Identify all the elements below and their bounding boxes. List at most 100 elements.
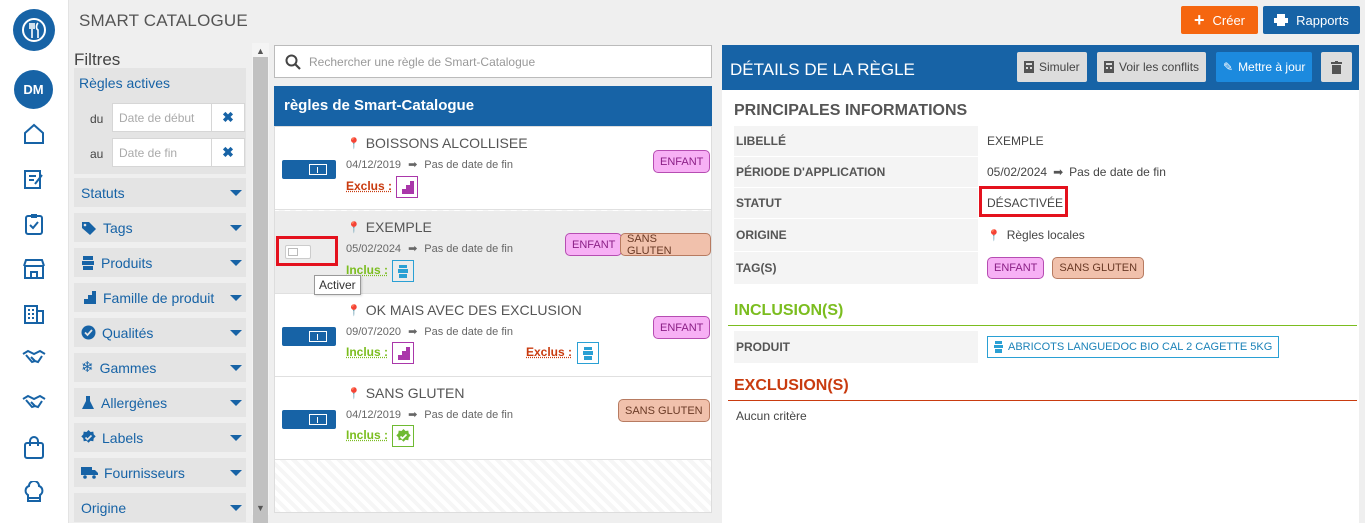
- product-family-icon[interactable]: [396, 176, 418, 198]
- building-icon[interactable]: [20, 299, 48, 327]
- caret-down-icon: [230, 259, 242, 266]
- tag-badge: ENFANT: [987, 257, 1045, 279]
- facet-origine[interactable]: Origine: [74, 493, 246, 522]
- map-marker-icon: 📍: [347, 304, 361, 317]
- active-toggle[interactable]: [282, 410, 336, 429]
- row-key: TAG(S): [734, 252, 978, 284]
- active-toggle[interactable]: [282, 327, 336, 346]
- active-toggle[interactable]: [282, 160, 336, 179]
- row-value: ENFANT SANS GLUTEN: [978, 252, 1357, 284]
- rule-start-date: 05/02/2024: [346, 242, 402, 255]
- origin-value: Règles locales: [1006, 228, 1085, 242]
- detail-header: DÉTAILS DE LA RÈGLE Simuler Voir les con…: [722, 45, 1359, 90]
- row-tags: TAG(S) ENFANT SANS GLUTEN: [734, 252, 1357, 284]
- clear-end-date-button[interactable]: ✖: [212, 138, 245, 167]
- caret-down-icon: [230, 469, 242, 476]
- facet-label: Produits: [101, 254, 153, 271]
- product-family-icon[interactable]: [392, 342, 414, 364]
- flask-icon: [81, 395, 95, 410]
- create-button[interactable]: + Créer: [1181, 6, 1258, 34]
- caret-down-icon: [230, 364, 242, 371]
- view-conflicts-label: Voir les conflits: [1119, 60, 1200, 74]
- simulate-button[interactable]: Simuler: [1017, 52, 1087, 82]
- product-icon[interactable]: [577, 342, 599, 364]
- row-key: STATUT: [734, 188, 978, 218]
- update-button[interactable]: ✎ Mettre à jour: [1216, 52, 1313, 82]
- facet-statuts[interactable]: Statuts: [74, 178, 246, 207]
- rules-list: 📍 BOISSONS ALCOLLISEE 04/12/2019 ➡ Pas de d…: [274, 126, 712, 513]
- store-icon[interactable]: [20, 255, 48, 283]
- facet-label: Gammes: [99, 359, 157, 376]
- product-chip[interactable]: ABRICOTS LANGUEDOC BIO CAL 2 CAGETTE 5KG: [987, 336, 1280, 358]
- rule-title: 📍 EXEMPLE: [347, 219, 432, 235]
- end-date-input[interactable]: Date de fin: [112, 138, 212, 167]
- handshake-icon[interactable]: [20, 389, 48, 417]
- active-rules-filter[interactable]: Règles actives: [74, 68, 246, 97]
- start-date-input[interactable]: Date de début: [112, 103, 212, 132]
- facet-tags[interactable]: Tags: [74, 213, 246, 242]
- row-value: 📍 Règles locales: [978, 219, 1357, 251]
- rule-item[interactable]: 📍 OK MAIS AVEC DES EXCLUSION 09/07/2020 ➡ P…: [275, 294, 711, 377]
- handshake-icon[interactable]: [20, 344, 48, 372]
- clear-start-date-button[interactable]: ✖: [212, 103, 245, 132]
- clipboard-icon[interactable]: [20, 210, 48, 238]
- rule-end-date: Pas de date de fin: [424, 242, 513, 255]
- tag-badge: ENFANT: [653, 150, 711, 173]
- detail-title: DÉTAILS DE LA RÈGLE: [730, 60, 915, 79]
- rule-item[interactable]: 📍 SANS GLUTEN 04/12/2019 ➡ Pas de date de f…: [275, 377, 711, 460]
- rule-dates: 04/12/2019 ➡ Pas de date de fin: [346, 408, 513, 422]
- rule-start-date: 09/07/2020: [346, 325, 402, 338]
- row-key: PÉRIODE D'APPLICATION: [734, 157, 978, 187]
- row-origin: ORIGINE 📍 Règles locales: [734, 219, 1357, 251]
- filters-scrollbar[interactable]: ▲ ▼: [252, 43, 269, 523]
- delete-button[interactable]: [1321, 52, 1352, 82]
- facet-gammes[interactable]: ❄ Gammes: [74, 353, 246, 382]
- facet-famille[interactable]: Famille de produit: [74, 283, 246, 312]
- rule-title: 📍 SANS GLUTEN: [347, 385, 465, 401]
- caret-down-icon: [230, 504, 242, 511]
- row-value: 05/02/2024 ➡ Pas de date de fin: [978, 157, 1357, 187]
- printer-icon: [1274, 14, 1289, 26]
- caret-down-icon: [230, 224, 242, 231]
- pencil-icon: ✎: [1223, 60, 1234, 74]
- no-criteria-text: Aucun critère: [736, 409, 807, 423]
- calculator-icon: [1024, 61, 1034, 73]
- rule-title-text: BOISSONS ALCOLLISEE: [365, 135, 528, 151]
- certificate-icon: [81, 430, 96, 445]
- rule-dates: 05/02/2024 ➡ Pas de date de fin: [346, 242, 513, 256]
- scrollbar-thumb[interactable]: [253, 57, 268, 523]
- facet-produits[interactable]: Produits: [74, 248, 246, 277]
- tag-badge: ENFANT: [653, 316, 711, 339]
- facet-fournisseurs[interactable]: Fournisseurs: [74, 458, 246, 487]
- rule-item[interactable]: 📍 BOISSONS ALCOLLISEE 04/12/2019 ➡ Pas de d…: [275, 127, 711, 210]
- plus-icon: +: [1193, 10, 1205, 30]
- exclusions-title: EXCLUSION(S): [734, 377, 849, 394]
- scroll-down-icon[interactable]: ▼: [256, 503, 265, 513]
- tag-badge: SANS GLUTEN: [620, 233, 711, 257]
- update-label: Mettre à jour: [1238, 60, 1306, 74]
- map-marker-icon: 📍: [347, 221, 361, 234]
- app-logo[interactable]: [13, 9, 55, 51]
- facet-labels[interactable]: Labels: [74, 423, 246, 452]
- search-input[interactable]: Rechercher une règle de Smart-Catalogue: [274, 45, 712, 78]
- scroll-up-icon[interactable]: ▲: [256, 46, 265, 56]
- facet-label: Fournisseurs: [104, 464, 185, 481]
- basket-icon[interactable]: [20, 434, 48, 462]
- view-conflicts-button[interactable]: Voir les conflits: [1097, 52, 1207, 82]
- facet-allergenes[interactable]: Allergènes: [74, 388, 246, 417]
- quality-badge-icon[interactable]: [392, 425, 414, 447]
- caret-down-icon: [230, 294, 242, 301]
- reports-button[interactable]: Rapports: [1263, 6, 1360, 34]
- edit-icon[interactable]: [20, 165, 48, 193]
- chef-hat-icon[interactable]: [20, 479, 48, 507]
- rule-end-date: Pas de date de fin: [424, 325, 513, 338]
- facet-label: Tags: [103, 219, 133, 236]
- arrow-right-icon: ➡: [408, 159, 418, 171]
- row-value: EXEMPLE: [987, 134, 1044, 148]
- user-avatar[interactable]: DM: [14, 70, 53, 109]
- facet-qualites[interactable]: Qualités: [74, 318, 246, 347]
- map-marker-icon: 📍: [347, 387, 361, 400]
- exclusions-divider: [728, 400, 1357, 401]
- product-icon[interactable]: [392, 260, 414, 282]
- home-icon[interactable]: [20, 120, 48, 148]
